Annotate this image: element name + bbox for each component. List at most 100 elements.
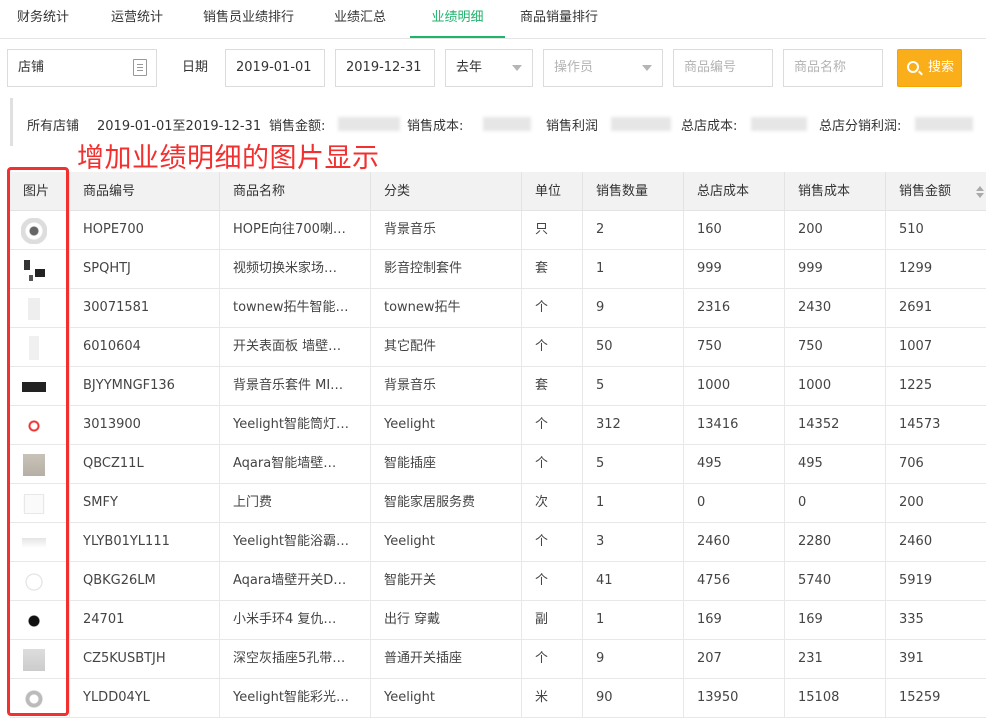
date-from-input[interactable]: 2019-01-01 xyxy=(225,49,325,87)
cell-image xyxy=(10,250,70,289)
cell-code: YLDD04YL xyxy=(70,679,220,718)
table-row[interactable]: CZ5KUSBTJH 深空灰插座5孔带… 普通开关插座个 9 207 231 391 xyxy=(10,640,986,679)
col-header-code: 商品编号 xyxy=(70,172,220,211)
cell-amount: 335 xyxy=(899,612,924,627)
cell-code: CZ5KUSBTJH xyxy=(70,640,220,679)
cell-unit: 个 xyxy=(522,445,583,484)
cell-cost: 231 xyxy=(785,640,886,679)
cell-cost: 200 xyxy=(785,211,886,250)
product-thumbnail[interactable] xyxy=(21,530,47,556)
table-row[interactable]: SPQHTJ 视频切换米家场… 影音控制套件套 1 999 999 1299 xyxy=(10,250,986,289)
product-thumbnail[interactable] xyxy=(21,296,47,322)
cell-image xyxy=(10,640,70,679)
summary-date-range: 2019-01-01至2019-12-31 xyxy=(97,119,262,134)
cell-qty: 9 xyxy=(583,640,684,679)
cell-name: Aqara智能墙壁… xyxy=(220,445,371,484)
cell-cost: 1000 xyxy=(785,367,886,406)
cell-qty: 312 xyxy=(583,406,684,445)
cell-category: Yeelight xyxy=(371,679,522,718)
tab-operation-stats[interactable]: 运营统计 xyxy=(111,0,163,38)
cell-name: Yeelight智能浴霸… xyxy=(220,523,371,562)
summary-store: 所有店铺 xyxy=(27,119,80,134)
table-row[interactable]: SMFY 上门费 智能家居服务费次 1 0 0 200 xyxy=(10,484,986,523)
cell-category: 影音控制套件 xyxy=(371,250,522,289)
search-icon xyxy=(907,61,919,73)
col-header-sales-cost: 销售成本 xyxy=(785,172,886,211)
product-thumbnail[interactable] xyxy=(21,686,47,712)
cell-category: 出行 穿戴 xyxy=(371,601,522,640)
cell-code: 6010604 xyxy=(70,328,220,367)
table-row[interactable]: 3013900 Yeelight智能筒灯… Yeelight 个 312 13416 143… xyxy=(10,406,986,445)
cell-category: 背景音乐 xyxy=(371,367,522,406)
product-thumbnail[interactable] xyxy=(21,374,47,400)
cell-category: townew拓牛 xyxy=(371,289,522,328)
product-thumbnail[interactable] xyxy=(21,608,47,634)
product-thumbnail[interactable] xyxy=(21,218,47,244)
cell-qty: 50 xyxy=(583,328,684,367)
summary-sales-profit-label: 销售利润 xyxy=(546,119,599,134)
col-header-qty: 销售数量 xyxy=(583,172,684,211)
product-thumbnail[interactable] xyxy=(21,257,47,283)
cell-code: YLYB01YL111 xyxy=(70,523,220,562)
col-header-sales-amount[interactable]: 销售金额 xyxy=(886,172,986,211)
cell-unit: 个 xyxy=(522,289,583,328)
cell-image xyxy=(10,562,70,601)
tab-performance-detail[interactable]: 业绩明细 xyxy=(410,0,505,38)
cell-hq-cost: 0 xyxy=(684,484,785,523)
blurred-value xyxy=(338,117,400,131)
cell-category: 普通开关插座 xyxy=(371,640,522,679)
product-name-input[interactable]: 商品名称 xyxy=(783,49,883,87)
cell-hq-cost: 13950 xyxy=(684,679,785,718)
table-row[interactable]: BJYYMNGF136 背景音乐套件 MI… 背景音乐套 5 1000 1000 1225 xyxy=(10,367,986,406)
cell-amount: 5919 xyxy=(899,573,933,588)
cell-image xyxy=(10,484,70,523)
cell-amount: 1225 xyxy=(899,378,933,393)
product-thumbnail[interactable] xyxy=(21,452,47,478)
table-row[interactable]: 24701 小米手环4 复仇… 出行 穿戴副 1 169 169 335 xyxy=(10,601,986,640)
product-thumbnail[interactable] xyxy=(21,491,47,517)
cell-cost: 2280 xyxy=(785,523,886,562)
operator-select[interactable]: 操作员 xyxy=(543,49,663,87)
cell-image xyxy=(10,445,70,484)
product-thumbnail[interactable] xyxy=(21,335,47,361)
store-select[interactable]: 店铺 xyxy=(7,49,157,87)
table-row[interactable]: HOPE700 HOPE向往700喇… 背景音乐只 2 160 200 510 xyxy=(10,211,986,250)
table-row[interactable]: 30071581 townew拓牛智能… townew拓牛个 9 2316 2430 269… xyxy=(10,289,986,328)
cell-hq-cost: 495 xyxy=(684,445,785,484)
tab-finance-stats[interactable]: 财务统计 xyxy=(17,0,69,38)
summary-hq-profit-label: 总店分销利润: xyxy=(819,119,902,134)
cell-name: Yeelight智能筒灯… xyxy=(220,406,371,445)
cell-qty: 5 xyxy=(583,367,684,406)
operator-placeholder: 操作员 xyxy=(554,60,594,75)
cell-category: Yeelight xyxy=(371,523,522,562)
cell-hq-cost: 13416 xyxy=(684,406,785,445)
store-picker-icon[interactable] xyxy=(133,59,147,76)
period-select[interactable]: 去年 xyxy=(445,49,533,87)
period-select-value: 去年 xyxy=(456,60,483,75)
date-to-input[interactable]: 2019-12-31 xyxy=(335,49,435,87)
product-code-input[interactable]: 商品编号 xyxy=(673,49,773,87)
cell-cost: 169 xyxy=(785,601,886,640)
col-header-category: 分类 xyxy=(371,172,522,211)
cell-unit: 套 xyxy=(522,367,583,406)
tab-product-sales-ranking[interactable]: 商品销量排行 xyxy=(520,0,598,38)
table-row[interactable]: QBKG26LM Aqara墙壁开关D… 智能开关个 41 4756 5740 5919 xyxy=(10,562,986,601)
table-row[interactable]: QBCZ11L Aqara智能墙壁… 智能插座个 5 495 495 706 xyxy=(10,445,986,484)
table-row[interactable]: 6010604 开关表面板 墙壁… 其它配件个 50 750 750 1007 xyxy=(10,328,986,367)
cell-name: 上门费 xyxy=(220,484,371,523)
cell-image xyxy=(10,406,70,445)
tab-performance-summary[interactable]: 业绩汇总 xyxy=(334,0,386,38)
tab-sales-ranking[interactable]: 销售员业绩排行 xyxy=(203,0,294,38)
search-button[interactable]: 搜索 xyxy=(897,49,962,87)
table-row[interactable]: YLYB01YL111 Yeelight智能浴霸… Yeelight 个 3 2460 22… xyxy=(10,523,986,562)
product-thumbnail[interactable] xyxy=(21,569,47,595)
cell-qty: 3 xyxy=(583,523,684,562)
cell-image xyxy=(10,679,70,718)
cell-unit: 个 xyxy=(522,328,583,367)
product-thumbnail[interactable] xyxy=(21,413,47,439)
cell-unit: 米 xyxy=(522,679,583,718)
product-thumbnail[interactable] xyxy=(21,647,47,673)
cell-qty: 90 xyxy=(583,679,684,718)
table-row[interactable]: YLDD04YL Yeelight智能彩光… Yeelight 米 90 13950 151… xyxy=(10,679,986,718)
cell-code: HOPE700 xyxy=(70,211,220,250)
